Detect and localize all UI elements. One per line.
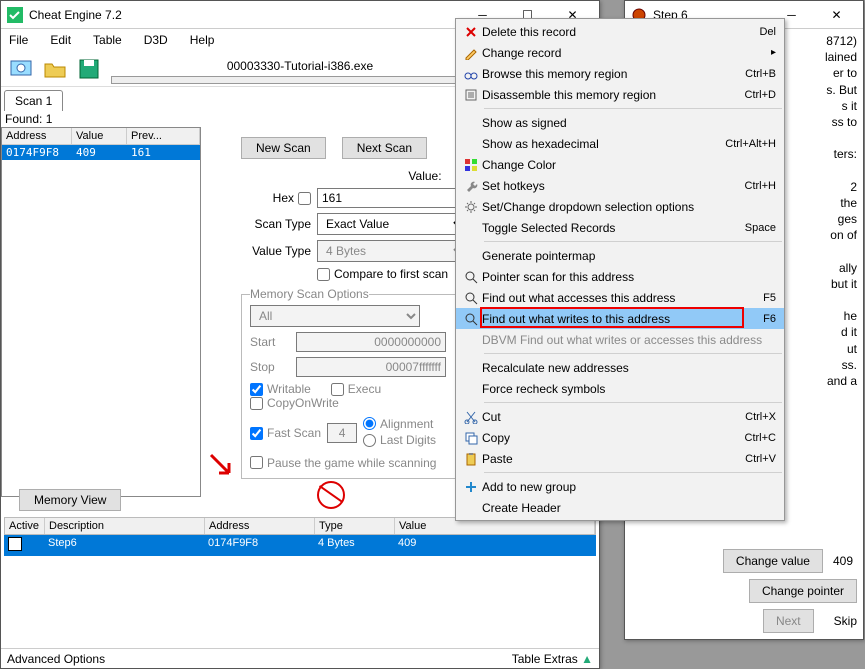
magnifier-icon	[460, 312, 482, 326]
executable-checkbox[interactable]	[331, 383, 344, 396]
col-active[interactable]: Active	[5, 518, 45, 534]
menu-item-find-out-what-accesses-this-address[interactable]: Find out what accesses this addressF5	[456, 287, 784, 308]
menu-table[interactable]: Table	[89, 31, 126, 49]
change-pointer-button[interactable]: Change pointer	[749, 579, 857, 603]
palette-icon	[460, 158, 482, 172]
fastscan-checkbox[interactable]	[250, 427, 263, 440]
result-row[interactable]: 0174F9F8 409 161	[2, 145, 200, 160]
process-name: 00003330-Tutorial-i386.exe	[227, 59, 373, 73]
scan-type-label: Scan Type	[241, 217, 311, 231]
menu-item-recalculate-new-addresses[interactable]: Recalculate new addresses	[456, 357, 784, 378]
col-address[interactable]: Address	[2, 128, 72, 144]
active-checkbox[interactable]	[8, 537, 22, 551]
change-value-button[interactable]: Change value	[723, 549, 823, 573]
menu-item-set-hotkeys[interactable]: Set hotkeysCtrl+H	[456, 175, 784, 196]
magnifier-icon	[460, 270, 482, 284]
menu-file[interactable]: File	[5, 31, 32, 49]
col-previous[interactable]: Prev...	[127, 128, 200, 144]
menu-item-generate-pointermap[interactable]: Generate pointermap	[456, 245, 784, 266]
table-row[interactable]: Step6 0174F9F8 4 Bytes 409	[4, 535, 596, 556]
close-button[interactable]: ✕	[814, 2, 859, 28]
scan-tab[interactable]: Scan 1	[4, 90, 63, 111]
menu-item-force-recheck-symbols[interactable]: Force recheck symbols	[456, 378, 784, 399]
open-process-button[interactable]	[7, 55, 35, 83]
col-address[interactable]: Address	[205, 518, 315, 534]
menu-item-set-change-dropdown-selection-options[interactable]: Set/Change dropdown selection options	[456, 196, 784, 217]
magnifier-icon	[460, 291, 482, 305]
menu-item-paste[interactable]: PasteCtrl+V	[456, 448, 784, 469]
save-button[interactable]	[75, 55, 103, 83]
results-list[interactable]: Address Value Prev... 0174F9F8 409 161	[1, 127, 201, 497]
col-type[interactable]: Type	[315, 518, 395, 534]
menu-item-find-out-what-writes-to-this-address[interactable]: Find out what writes to this addressF6	[456, 308, 784, 329]
cheat-table: Active Description Address Type Value St…	[4, 517, 596, 556]
menu-item-create-header[interactable]: Create Header	[456, 497, 784, 518]
menu-item-pointer-scan-for-this-address[interactable]: Pointer scan for this address	[456, 266, 784, 287]
menu-d3d[interactable]: D3D	[140, 31, 172, 49]
stop-input[interactable]	[296, 357, 446, 377]
no-cheats-icon	[317, 481, 345, 509]
value-label: Value:	[408, 169, 441, 183]
alignment-radio[interactable]	[363, 417, 376, 430]
menu-help[interactable]: Help	[186, 31, 219, 49]
writable-checkbox[interactable]	[250, 383, 263, 396]
next-scan-button[interactable]: Next Scan	[342, 137, 427, 159]
advanced-options-link[interactable]: Advanced Options	[7, 652, 105, 666]
menu-item-show-as-signed[interactable]: Show as signed	[456, 112, 784, 133]
fastscan-value[interactable]	[327, 423, 357, 443]
wrench-icon	[460, 179, 482, 193]
menu-edit[interactable]: Edit	[46, 31, 75, 49]
hex-label: Hex	[273, 191, 294, 205]
plus-icon	[460, 480, 482, 494]
value-type-label: Value Type	[241, 244, 311, 258]
disasm-icon	[460, 88, 482, 102]
menu-item-show-as-hexadecimal[interactable]: Show as hexadecimalCtrl+Alt+H	[456, 133, 784, 154]
window-title: Cheat Engine 7.2	[29, 8, 460, 22]
paste-icon	[460, 452, 482, 466]
binocular-icon	[460, 67, 482, 81]
compare-first-checkbox[interactable]	[317, 268, 330, 281]
statusbar: Advanced Options Table Extras ▲	[1, 648, 599, 668]
copy-icon	[460, 431, 482, 445]
menu-item-dbvm-find-out-what-writes-or-accesses-this-address: DBVM Find out what writes or accesses th…	[456, 329, 784, 350]
new-scan-button[interactable]: New Scan	[241, 137, 326, 159]
value-type-select[interactable]: 4 Bytes	[317, 240, 467, 262]
add-to-list-arrow-icon[interactable]	[209, 453, 233, 477]
mso-range-select[interactable]: All	[250, 305, 420, 327]
menu-item-cut[interactable]: CutCtrl+X	[456, 406, 784, 427]
value-input[interactable]	[317, 188, 467, 208]
cow-checkbox[interactable]	[250, 397, 263, 410]
lastdigits-radio[interactable]	[363, 434, 376, 447]
menu-item-toggle-selected-records[interactable]: Toggle Selected RecordsSpace	[456, 217, 784, 238]
pause-checkbox[interactable]	[250, 456, 263, 469]
menu-item-disassemble-this-memory-region[interactable]: Disassemble this memory regionCtrl+D	[456, 84, 784, 105]
change-value-number: 409	[829, 554, 857, 568]
table-extras-link[interactable]: Table Extras	[512, 652, 578, 666]
skip-link[interactable]: Skip	[834, 614, 857, 628]
cut-icon	[460, 410, 482, 424]
col-description[interactable]: Description	[45, 518, 205, 534]
chevron-up-icon[interactable]: ▲	[581, 652, 593, 666]
menu-item-browse-this-memory-region[interactable]: Browse this memory regionCtrl+B	[456, 63, 784, 84]
scan-type-select[interactable]: Exact Value	[317, 213, 467, 235]
gear-icon	[460, 200, 482, 214]
delete-icon	[460, 25, 482, 39]
hex-checkbox[interactable]	[298, 192, 311, 205]
menu-item-copy[interactable]: CopyCtrl+C	[456, 427, 784, 448]
start-input[interactable]	[296, 332, 446, 352]
app-icon	[7, 7, 23, 23]
menu-item-add-to-new-group[interactable]: Add to new group	[456, 476, 784, 497]
menu-item-change-color[interactable]: Change Color	[456, 154, 784, 175]
menu-item-delete-this-record[interactable]: Delete this recordDel	[456, 21, 784, 42]
edit-icon	[460, 46, 482, 60]
col-value[interactable]: Value	[72, 128, 127, 144]
memory-view-button[interactable]: Memory View	[19, 489, 121, 511]
open-button[interactable]	[41, 55, 69, 83]
next-button: Next	[763, 609, 814, 633]
context-menu: Delete this recordDelChange recordBrowse…	[455, 18, 785, 521]
menu-item-change-record[interactable]: Change record	[456, 42, 784, 63]
